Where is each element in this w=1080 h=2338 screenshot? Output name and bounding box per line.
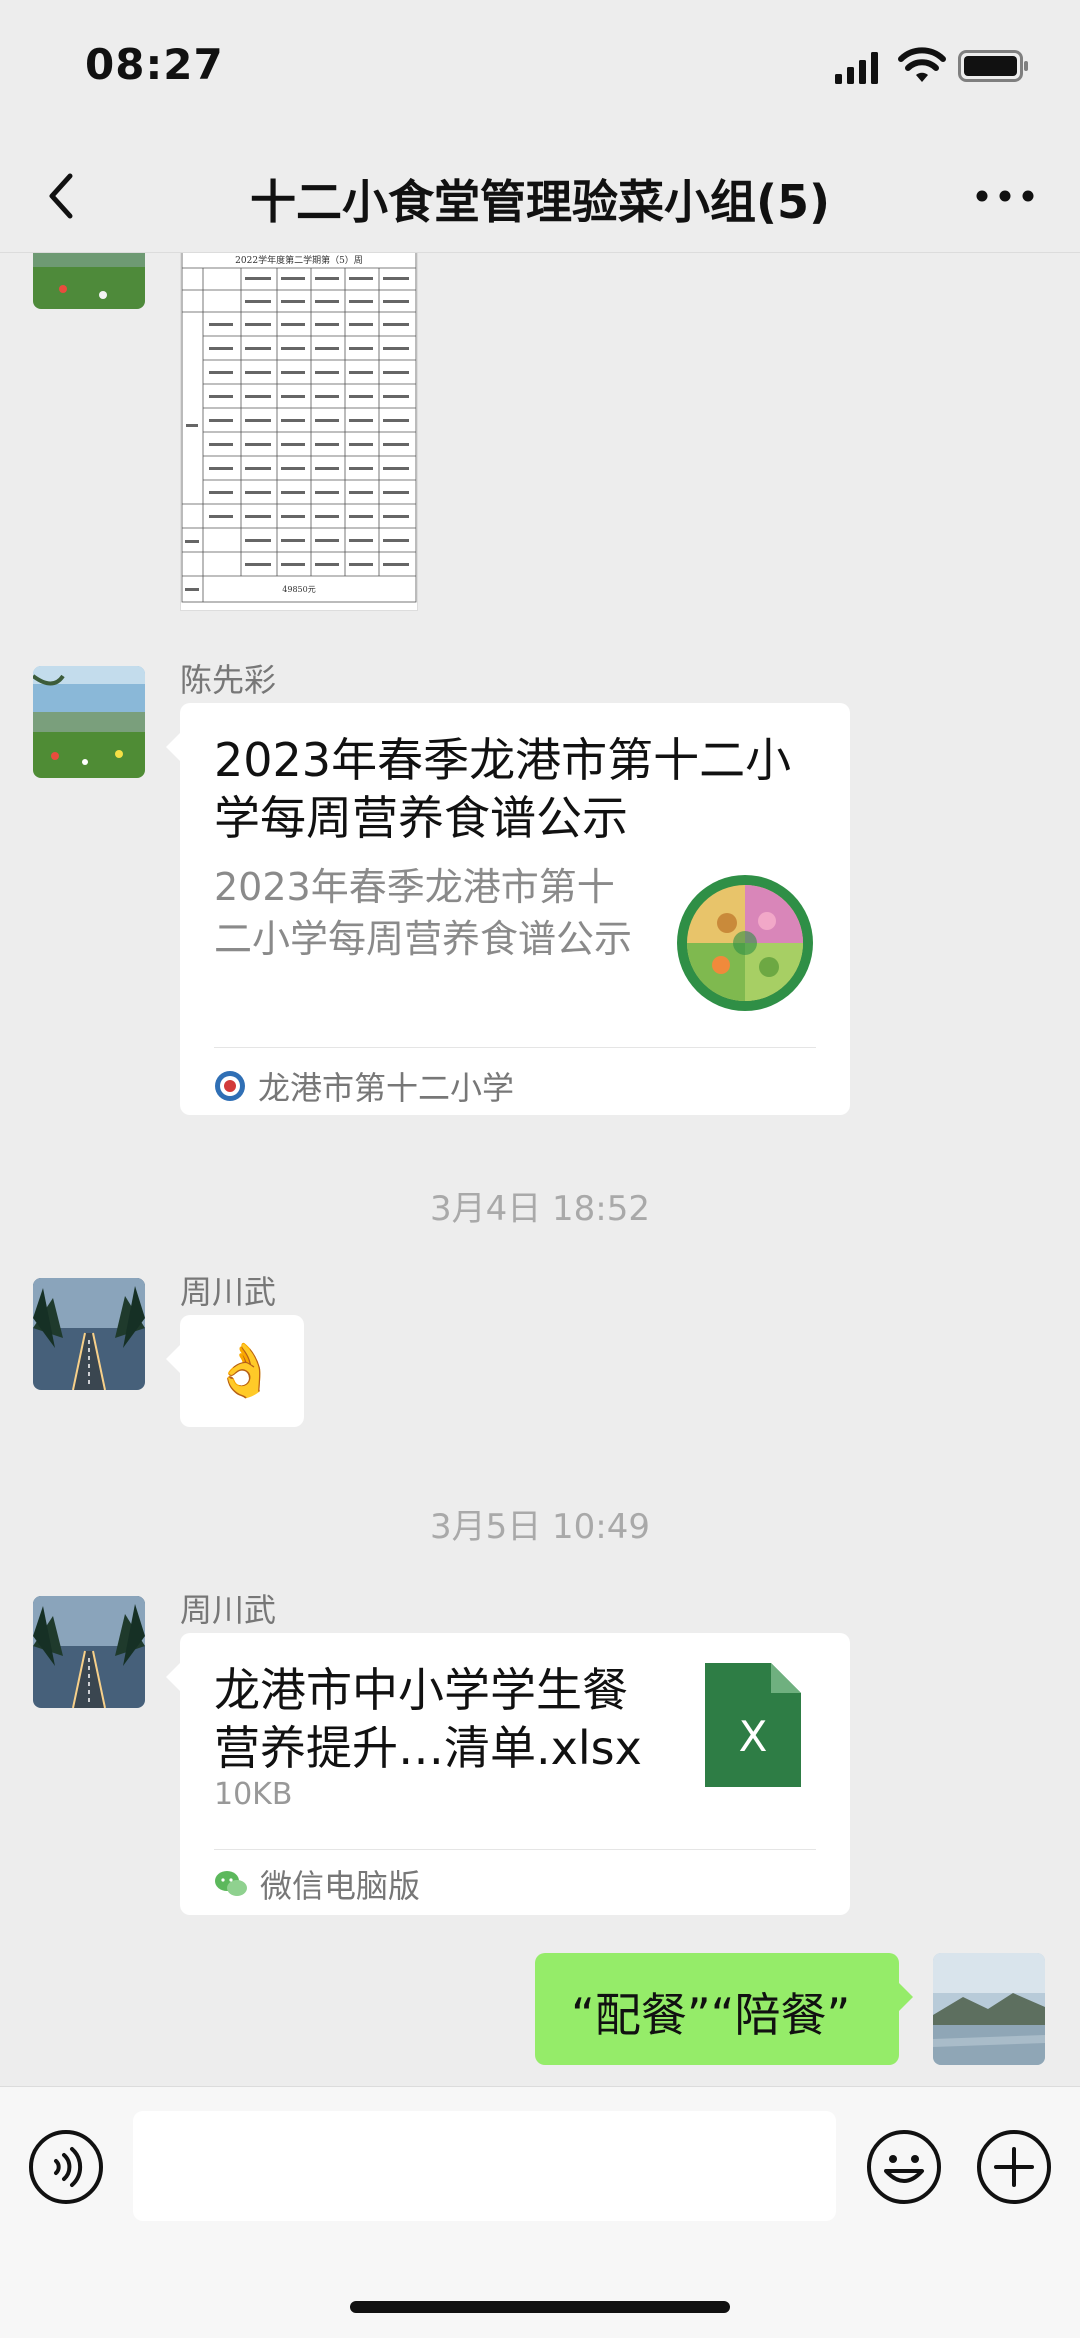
card-source-label: 龙港市第十二小学 (258, 1069, 515, 1107)
avatar[interactable] (33, 1278, 145, 1390)
add-icon[interactable] (976, 2129, 1052, 2205)
link-card[interactable]: 2023年春季龙港市第十二小学每周营养食谱公示 2023年春季龙港市第十二小学每… (166, 703, 850, 1115)
nutrition-plate-thumbnail (677, 875, 813, 1011)
wechat-icon (215, 1871, 247, 1896)
wifi-icon (898, 47, 946, 82)
file-message[interactable]: 龙港市中小学学生餐营养提升…清单.xlsx 10KB X 微信电脑版 (166, 1633, 850, 1915)
menu-table-image[interactable]: 2022学年度第二学期第（5）周 49850元 (180, 253, 418, 611)
school-logo-icon (215, 1071, 245, 1101)
avatar[interactable] (33, 253, 145, 309)
sender-name: 周川武 (180, 1591, 277, 1629)
sender-name: 陈先彩 (180, 661, 277, 699)
signal-icon (835, 52, 878, 84)
status-time: 08:27 (85, 40, 224, 89)
card-description: 2023年春季龙港市第十二小学每周营养食谱公示 (214, 865, 633, 961)
card-title: 2023年春季龙港市第十二小学每周营养食谱公示 (214, 733, 792, 845)
file-source-label: 微信电脑版 (260, 1867, 421, 1905)
table-title: 2022学年度第二学期第（5）周 (235, 254, 363, 266)
card-source: 龙港市第十二小学 (214, 1061, 514, 1111)
file-size: 10KB (214, 1777, 293, 1812)
self-message-text: “配餐”“陪餐” (571, 1988, 851, 2042)
emoji-icon[interactable] (866, 2129, 942, 2205)
emoji-message[interactable]: 👌 (166, 1315, 304, 1427)
chat-title: 十二小食堂管理验菜小组(5) (249, 175, 831, 229)
excel-file-icon: X (705, 1663, 801, 1787)
status-bar: 08:27 (0, 0, 1080, 140)
chat-header: 十二小食堂管理验菜小组(5) (0, 140, 1080, 253)
file-source: 微信电脑版 (214, 1859, 420, 1909)
excel-letter: X (739, 1712, 768, 1761)
self-avatar[interactable] (933, 1953, 1045, 2065)
home-indicator (350, 2301, 730, 2313)
message-input[interactable] (133, 2111, 836, 2221)
table-total: 49850元 (282, 585, 315, 594)
timestamp: 3月4日 18:52 (429, 1189, 651, 1229)
file-divider (214, 1849, 816, 1850)
voice-icon[interactable] (28, 2129, 104, 2205)
card-divider (214, 1047, 816, 1048)
battery-icon (958, 50, 1028, 82)
chat-messages[interactable]: 2022学年度第二学期第（5）周 49850元 陈先彩 2023年春季龙港市第十… (0, 253, 1080, 2085)
self-message[interactable]: “配餐”“陪餐” (535, 1953, 913, 2065)
input-bar (0, 2086, 1080, 2338)
sender-name: 周川武 (180, 1273, 277, 1311)
timestamp: 3月5日 10:49 (429, 1507, 651, 1547)
file-name: 龙港市中小学学生餐营养提升…清单.xlsx (214, 1663, 642, 1775)
back-arrow-icon[interactable] (38, 166, 88, 226)
ok-hand-emoji: 👌 (212, 1341, 277, 1401)
avatar[interactable] (33, 666, 145, 778)
avatar[interactable] (33, 1596, 145, 1708)
more-icon[interactable] (970, 166, 1040, 226)
